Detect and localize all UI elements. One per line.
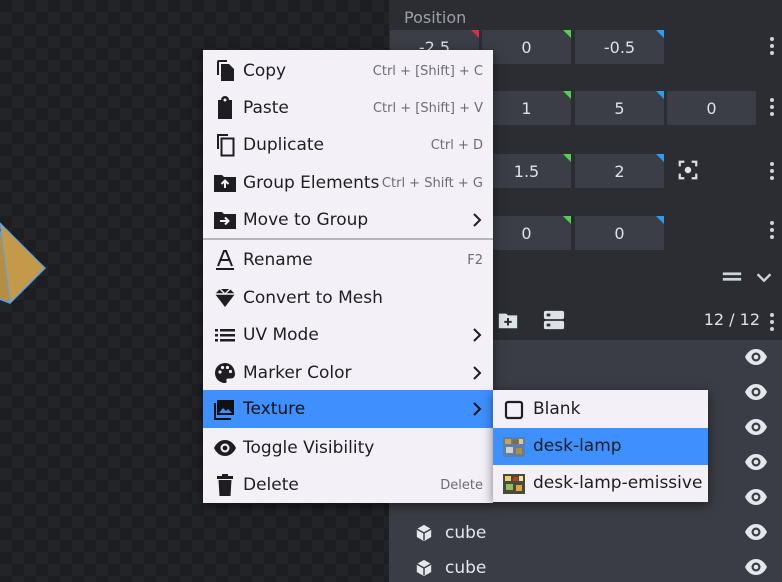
visibility-eye-icon[interactable] (744, 418, 768, 436)
size-z-field[interactable]: 5 (575, 91, 664, 125)
texture-thumbnail-icon (503, 437, 525, 457)
visibility-eye-icon[interactable] (744, 453, 768, 471)
texture-thumbnail-icon (503, 474, 525, 494)
menu-item-marker-color[interactable]: Marker Color (203, 354, 493, 392)
chevron-down-icon[interactable] (753, 266, 775, 288)
visibility-eye-icon[interactable] (744, 348, 768, 366)
menu-lines-icon[interactable] (721, 266, 743, 288)
menu-divider (203, 238, 493, 240)
menu-item-move-to-group[interactable]: Move to Group (203, 201, 493, 239)
cube-icon (416, 524, 432, 542)
copy-icon (217, 60, 234, 81)
focus-pivot-icon[interactable] (677, 159, 699, 181)
row-menu-icon[interactable] (770, 98, 774, 116)
pivot-y-field[interactable]: 1.5 (482, 154, 571, 188)
position-title: Position (404, 8, 467, 27)
visibility-eye-icon[interactable] (744, 383, 768, 401)
chevron-right-icon (473, 402, 482, 416)
submenu-item-desk-lamp[interactable]: desk-lamp (493, 428, 708, 465)
size-w-field[interactable]: 0 (667, 91, 756, 125)
position-z-field[interactable]: -0.5 (575, 30, 664, 64)
menu-item-toggle-visibility[interactable]: Toggle Visibility (203, 429, 493, 467)
menu-item-delete[interactable]: Delete Delete (203, 466, 493, 504)
row-menu-icon[interactable] (770, 162, 774, 180)
chevron-right-icon (473, 213, 482, 227)
visibility-eye-icon[interactable] (744, 488, 768, 506)
viewport-cube-shape[interactable] (0, 178, 60, 308)
list-item[interactable]: cube (389, 515, 782, 550)
visibility-eye-icon[interactable] (744, 523, 768, 541)
cube-icon (416, 559, 432, 577)
list-item[interactable]: cube (389, 550, 782, 582)
list-item-label: cube (445, 523, 487, 543)
menu-item-group-elements[interactable]: Group Elements Ctrl + Shift + G (203, 164, 493, 202)
submenu-item-blank[interactable]: Blank (493, 391, 708, 428)
rotation-y-field[interactable]: 0 (482, 216, 571, 250)
duplicate-icon (217, 134, 235, 157)
eye-icon (214, 440, 236, 456)
size-y-field[interactable]: 1 (482, 91, 571, 125)
menu-item-duplicate[interactable]: Duplicate Ctrl + D (203, 126, 493, 164)
list-icon (215, 329, 235, 342)
checkbox-icon (504, 400, 524, 420)
palette-icon (215, 363, 235, 383)
move-to-group-icon (214, 212, 236, 229)
list-item-label: cube (445, 558, 487, 578)
visibility-eye-icon[interactable] (744, 558, 768, 576)
trash-icon (217, 474, 233, 496)
add-group-icon[interactable] (497, 309, 519, 331)
texture-submenu: Blank desk-lamp desk-lamp-emissive (493, 390, 708, 502)
menu-item-paste[interactable]: Paste Ctrl + [Shift] + V (203, 89, 493, 127)
outliner-menu-icon[interactable] (770, 313, 774, 331)
image-icon (214, 400, 234, 420)
menu-item-uv-mode[interactable]: UV Mode (203, 316, 493, 354)
chevron-right-icon (473, 366, 482, 380)
server-icon[interactable] (543, 309, 565, 331)
menu-item-texture[interactable]: Texture (203, 390, 493, 428)
position-y-field[interactable]: 0 (482, 30, 571, 64)
row-menu-icon[interactable] (770, 221, 774, 239)
gem-icon (215, 288, 235, 307)
group-icon (214, 175, 236, 192)
element-counter: 12 / 12 (703, 310, 760, 329)
context-menu: Copy Ctrl + [Shift] + C Paste Ctrl + [Sh… (203, 50, 493, 503)
chevron-right-icon (473, 328, 482, 342)
submenu-item-desk-lamp-emissive[interactable]: desk-lamp-emissive (493, 465, 708, 502)
menu-item-rename[interactable]: Rename F2 (203, 241, 493, 279)
menu-item-convert-to-mesh[interactable]: Convert to Mesh (203, 279, 493, 317)
menu-item-copy[interactable]: Copy Ctrl + [Shift] + C (203, 52, 493, 90)
row-menu-icon[interactable] (770, 37, 774, 55)
rename-icon (216, 250, 234, 270)
paste-icon (218, 96, 232, 119)
rotation-z-field[interactable]: 0 (575, 216, 664, 250)
pivot-z-field[interactable]: 2 (575, 154, 664, 188)
